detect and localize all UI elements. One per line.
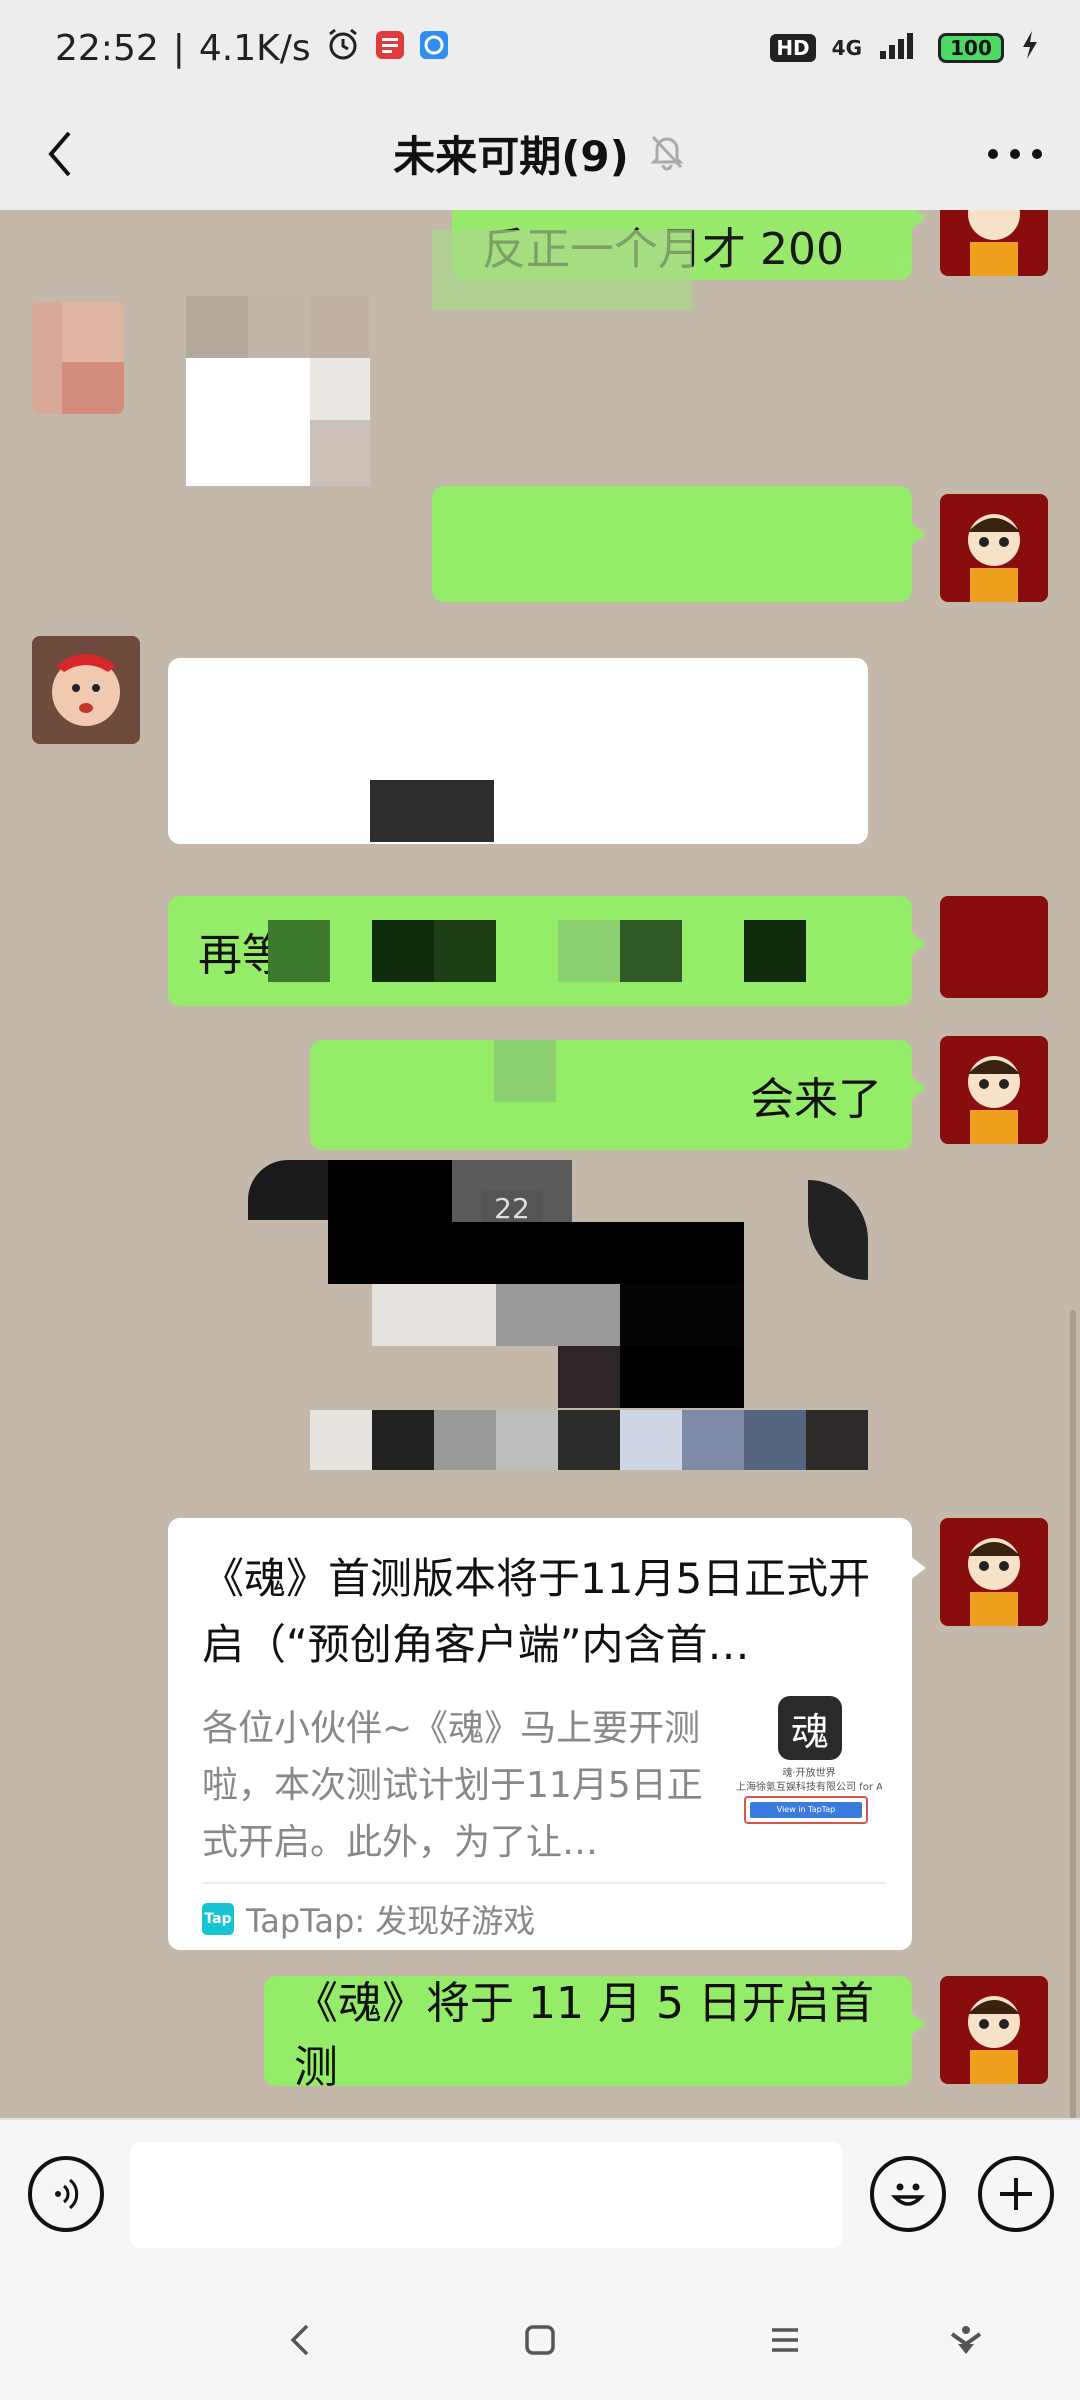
girl-photo-avatar-icon [32, 636, 140, 744]
photo-timestamp: 22 [482, 1190, 542, 1226]
status-net-speed: 4.1K/s [198, 27, 311, 69]
message-bubble-own[interactable]: 《魂》将于 11 月 5 日开启首测 [264, 1976, 926, 2093]
alarm-icon [325, 26, 361, 71]
game-logo-icon: 魂 [778, 1696, 842, 1760]
browser-app-icon [419, 28, 449, 69]
news-app-icon [375, 28, 405, 69]
cartoon-avatar-icon [968, 210, 1020, 276]
message-bubble-own[interactable]: 再等 [168, 896, 926, 1006]
cartoon-avatar-icon [968, 1996, 1020, 2084]
charging-icon [1020, 29, 1040, 67]
status-separator: | [172, 27, 185, 69]
message-bubble-other[interactable] [168, 658, 868, 844]
own-avatar[interactable] [940, 1036, 1048, 1144]
status-time: 22:52 [55, 27, 159, 69]
cartoon-avatar-icon [968, 1538, 1020, 1626]
card-source: Tap TapTap: 发现好游戏 [202, 1894, 535, 1944]
signal-icon [878, 29, 922, 67]
chat-title: 未来可期(9) [393, 131, 629, 181]
emoji-button[interactable] [870, 2156, 946, 2232]
nav-back-icon [290, 2324, 309, 2356]
nav-menu-icon [772, 2328, 798, 2352]
battery-indicator: 100 [938, 33, 1004, 63]
mosaic-block [494, 1040, 556, 1102]
more-options-button[interactable] [980, 124, 1050, 184]
mute-bell-icon [647, 131, 687, 175]
own-avatar[interactable] [940, 1976, 1048, 2084]
nav-home-button[interactable] [510, 2310, 570, 2370]
nav-back-button[interactable] [270, 2310, 330, 2370]
own-avatar[interactable] [940, 210, 1048, 276]
scrollbar[interactable] [1070, 1310, 1076, 2118]
mosaic-block [432, 230, 692, 310]
own-avatar[interactable] [940, 896, 1048, 998]
pixelated-photo-message[interactable]: 22 [248, 1160, 868, 1480]
card-title: 《魂》首测版本将于11月5日正式开启（“预创角客户端”内含首… [202, 1554, 871, 1669]
network-type: 4G [831, 36, 862, 60]
nav-home-icon [525, 2325, 555, 2355]
card-thumbnail: 魂 魂·开放世界 上海徐氪互娱科技有限公司 for A View in TapT… [736, 1696, 882, 1836]
hd-badge: HD [770, 34, 816, 62]
more-dots-icon [988, 149, 1042, 159]
assistant-icon [950, 2326, 982, 2354]
card-divider [202, 1882, 886, 1884]
chat-message-list[interactable]: 反正一个月才 200 再等 会来了 [0, 210, 1080, 2118]
message-text: 会来了 [750, 1074, 882, 1125]
chevron-left-icon [48, 131, 71, 177]
card-description: 各位小伙伴~《魂》马上要开测啦，本次测试计划于11月5日正式开启。此外，为了让… [202, 1708, 703, 1863]
back-button[interactable] [30, 124, 90, 184]
message-input-bar [0, 2118, 1080, 2274]
member-avatar[interactable] [32, 302, 124, 414]
card-source-label: TapTap: 发现好游戏 [246, 1902, 536, 1940]
own-avatar[interactable] [940, 1518, 1048, 1626]
message-text: 《魂》将于 11 月 5 日开启首测 [294, 1978, 874, 2093]
more-actions-button[interactable] [978, 2156, 1054, 2232]
member-avatar[interactable] [32, 636, 140, 744]
taptap-logo-icon: Tap [202, 1903, 234, 1935]
voice-input-button[interactable] [28, 2156, 104, 2232]
chat-header: 未来可期(9) [0, 96, 1080, 210]
nav-assistant-button[interactable] [936, 2310, 996, 2370]
message-bubble-own[interactable]: 会来了 [310, 1040, 926, 1150]
status-bar: 22:52 | 4.1K/s HD 4G 100 [0, 0, 1080, 96]
link-card-message[interactable]: 《魂》首测版本将于11月5日正式开启（“预创角客户端”内含首… 各位小伙伴~《魂… [168, 1518, 926, 1950]
message-bubble-own[interactable] [432, 486, 926, 602]
cartoon-avatar-icon [968, 1056, 1020, 1144]
own-avatar[interactable] [940, 494, 1048, 602]
cartoon-avatar-icon [968, 514, 1020, 602]
system-navigation-bar [0, 2274, 1080, 2400]
smiley-icon [890, 2183, 926, 2206]
voice-wave-icon [55, 2178, 79, 2210]
nav-recents-button[interactable] [755, 2310, 815, 2370]
plus-icon [1000, 2178, 1032, 2210]
pixelated-image-message[interactable] [186, 296, 370, 486]
message-input[interactable] [130, 2142, 842, 2248]
